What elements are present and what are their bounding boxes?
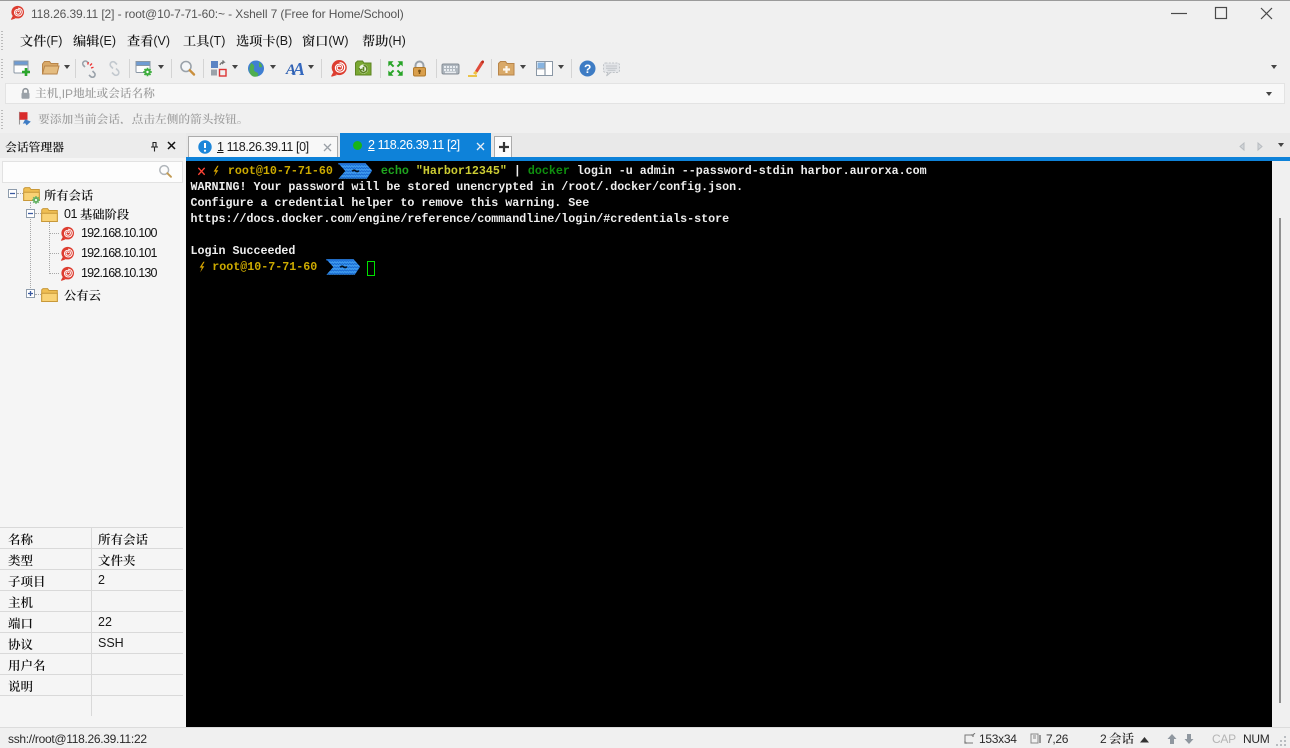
svg-text:?: ? — [584, 62, 591, 76]
svg-text:A: A — [292, 59, 304, 78]
